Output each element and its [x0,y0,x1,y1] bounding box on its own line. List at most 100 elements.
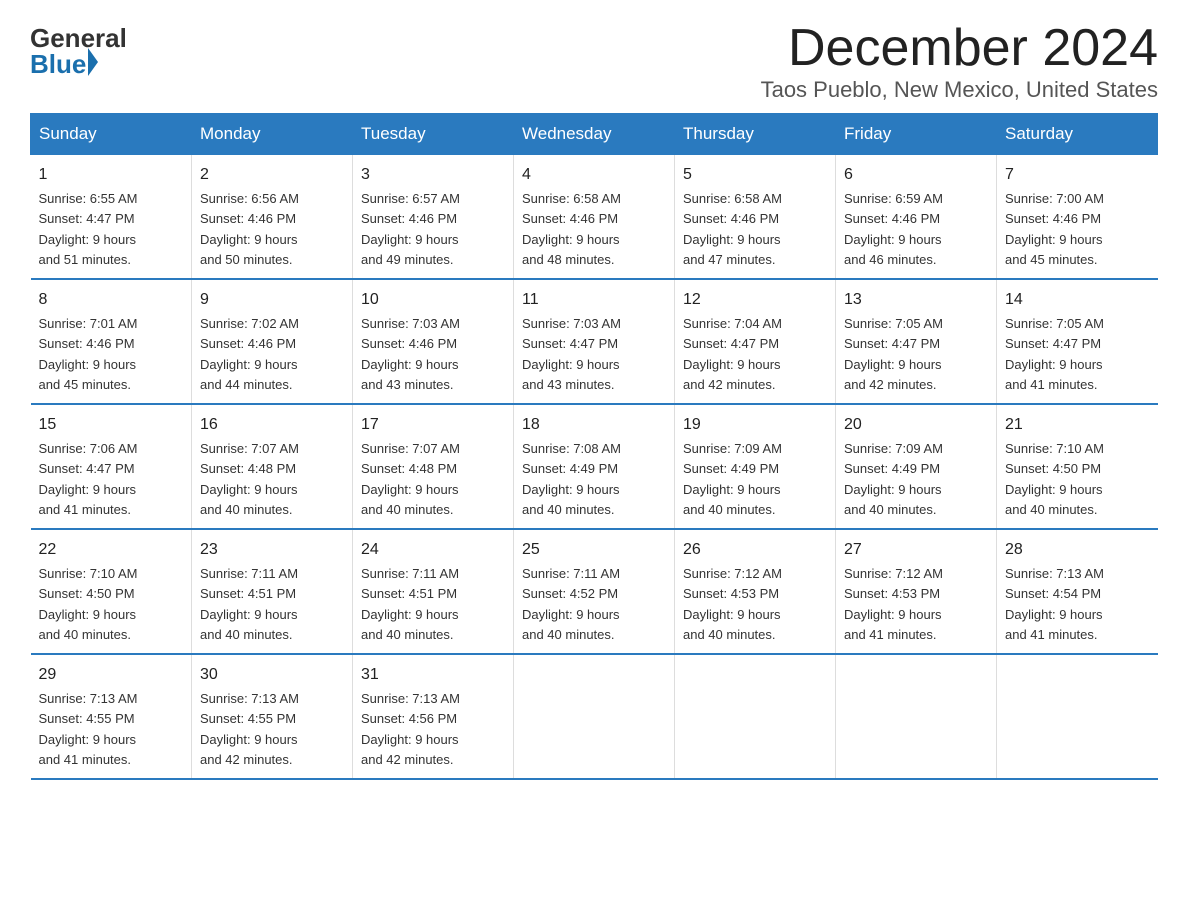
page-header: General Blue December 2024 Taos Pueblo, … [30,20,1158,103]
day-info: Sunrise: 7:10 AMSunset: 4:50 PMDaylight:… [1005,441,1104,517]
table-row: 14 Sunrise: 7:05 AMSunset: 4:47 PMDaylig… [997,279,1158,404]
day-number: 31 [361,663,505,687]
day-number: 27 [844,538,988,562]
table-row [514,654,675,779]
day-number: 11 [522,288,666,312]
table-row: 23 Sunrise: 7:11 AMSunset: 4:51 PMDaylig… [192,529,353,654]
day-info: Sunrise: 7:13 AMSunset: 4:54 PMDaylight:… [1005,566,1104,642]
table-row: 17 Sunrise: 7:07 AMSunset: 4:48 PMDaylig… [353,404,514,529]
table-row: 24 Sunrise: 7:11 AMSunset: 4:51 PMDaylig… [353,529,514,654]
header-row: Sunday Monday Tuesday Wednesday Thursday… [31,114,1158,155]
logo-general-text: General [30,25,127,51]
month-year-heading: December 2024 [761,20,1158,77]
table-row: 21 Sunrise: 7:10 AMSunset: 4:50 PMDaylig… [997,404,1158,529]
day-info: Sunrise: 7:03 AMSunset: 4:47 PMDaylight:… [522,316,621,392]
calendar-body: 1 Sunrise: 6:55 AMSunset: 4:47 PMDayligh… [31,155,1158,780]
day-number: 28 [1005,538,1150,562]
day-number: 9 [200,288,344,312]
day-info: Sunrise: 7:10 AMSunset: 4:50 PMDaylight:… [39,566,138,642]
table-row: 8 Sunrise: 7:01 AMSunset: 4:46 PMDayligh… [31,279,192,404]
day-info: Sunrise: 7:12 AMSunset: 4:53 PMDaylight:… [683,566,782,642]
calendar-week-row: 29 Sunrise: 7:13 AMSunset: 4:55 PMDaylig… [31,654,1158,779]
day-info: Sunrise: 7:13 AMSunset: 4:55 PMDaylight:… [39,691,138,767]
day-number: 30 [200,663,344,687]
table-row: 11 Sunrise: 7:03 AMSunset: 4:47 PMDaylig… [514,279,675,404]
day-number: 8 [39,288,184,312]
calendar-week-row: 8 Sunrise: 7:01 AMSunset: 4:46 PMDayligh… [31,279,1158,404]
table-row: 13 Sunrise: 7:05 AMSunset: 4:47 PMDaylig… [836,279,997,404]
day-info: Sunrise: 7:01 AMSunset: 4:46 PMDaylight:… [39,316,138,392]
table-row: 22 Sunrise: 7:10 AMSunset: 4:50 PMDaylig… [31,529,192,654]
day-info: Sunrise: 7:05 AMSunset: 4:47 PMDaylight:… [1005,316,1104,392]
calendar-table: Sunday Monday Tuesday Wednesday Thursday… [30,113,1158,780]
day-info: Sunrise: 7:11 AMSunset: 4:52 PMDaylight:… [522,566,620,642]
day-info: Sunrise: 7:07 AMSunset: 4:48 PMDaylight:… [361,441,460,517]
col-tuesday: Tuesday [353,114,514,155]
calendar-week-row: 15 Sunrise: 7:06 AMSunset: 4:47 PMDaylig… [31,404,1158,529]
table-row: 6 Sunrise: 6:59 AMSunset: 4:46 PMDayligh… [836,155,997,280]
day-number: 19 [683,413,827,437]
table-row: 20 Sunrise: 7:09 AMSunset: 4:49 PMDaylig… [836,404,997,529]
day-info: Sunrise: 7:00 AMSunset: 4:46 PMDaylight:… [1005,191,1104,267]
table-row: 2 Sunrise: 6:56 AMSunset: 4:46 PMDayligh… [192,155,353,280]
day-info: Sunrise: 7:04 AMSunset: 4:47 PMDaylight:… [683,316,782,392]
day-number: 13 [844,288,988,312]
calendar-week-row: 1 Sunrise: 6:55 AMSunset: 4:47 PMDayligh… [31,155,1158,280]
day-number: 25 [522,538,666,562]
table-row: 7 Sunrise: 7:00 AMSunset: 4:46 PMDayligh… [997,155,1158,280]
day-number: 23 [200,538,344,562]
table-row: 15 Sunrise: 7:06 AMSunset: 4:47 PMDaylig… [31,404,192,529]
day-number: 4 [522,163,666,187]
day-info: Sunrise: 7:13 AMSunset: 4:56 PMDaylight:… [361,691,460,767]
table-row: 31 Sunrise: 7:13 AMSunset: 4:56 PMDaylig… [353,654,514,779]
table-row: 1 Sunrise: 6:55 AMSunset: 4:47 PMDayligh… [31,155,192,280]
day-number: 24 [361,538,505,562]
table-row [836,654,997,779]
table-row: 10 Sunrise: 7:03 AMSunset: 4:46 PMDaylig… [353,279,514,404]
col-saturday: Saturday [997,114,1158,155]
day-info: Sunrise: 6:55 AMSunset: 4:47 PMDaylight:… [39,191,138,267]
logo-blue-text: Blue [30,51,86,77]
col-friday: Friday [836,114,997,155]
table-row: 30 Sunrise: 7:13 AMSunset: 4:55 PMDaylig… [192,654,353,779]
day-info: Sunrise: 7:02 AMSunset: 4:46 PMDaylight:… [200,316,299,392]
day-info: Sunrise: 7:07 AMSunset: 4:48 PMDaylight:… [200,441,299,517]
title-block: December 2024 Taos Pueblo, New Mexico, U… [761,20,1158,103]
day-info: Sunrise: 7:13 AMSunset: 4:55 PMDaylight:… [200,691,299,767]
day-number: 2 [200,163,344,187]
table-row: 4 Sunrise: 6:58 AMSunset: 4:46 PMDayligh… [514,155,675,280]
day-info: Sunrise: 7:03 AMSunset: 4:46 PMDaylight:… [361,316,460,392]
table-row: 29 Sunrise: 7:13 AMSunset: 4:55 PMDaylig… [31,654,192,779]
day-number: 1 [39,163,184,187]
table-row: 16 Sunrise: 7:07 AMSunset: 4:48 PMDaylig… [192,404,353,529]
day-number: 6 [844,163,988,187]
calendar-week-row: 22 Sunrise: 7:10 AMSunset: 4:50 PMDaylig… [31,529,1158,654]
day-number: 7 [1005,163,1150,187]
day-number: 3 [361,163,505,187]
day-number: 18 [522,413,666,437]
day-number: 22 [39,538,184,562]
day-info: Sunrise: 6:58 AMSunset: 4:46 PMDaylight:… [522,191,621,267]
day-info: Sunrise: 7:06 AMSunset: 4:47 PMDaylight:… [39,441,138,517]
day-number: 10 [361,288,505,312]
logo-arrow-icon [88,48,98,76]
table-row: 9 Sunrise: 7:02 AMSunset: 4:46 PMDayligh… [192,279,353,404]
day-info: Sunrise: 6:57 AMSunset: 4:46 PMDaylight:… [361,191,460,267]
table-row: 3 Sunrise: 6:57 AMSunset: 4:46 PMDayligh… [353,155,514,280]
day-info: Sunrise: 7:12 AMSunset: 4:53 PMDaylight:… [844,566,943,642]
day-number: 29 [39,663,184,687]
day-number: 16 [200,413,344,437]
col-monday: Monday [192,114,353,155]
day-info: Sunrise: 7:11 AMSunset: 4:51 PMDaylight:… [200,566,298,642]
day-number: 20 [844,413,988,437]
day-number: 15 [39,413,184,437]
table-row: 27 Sunrise: 7:12 AMSunset: 4:53 PMDaylig… [836,529,997,654]
day-info: Sunrise: 6:59 AMSunset: 4:46 PMDaylight:… [844,191,943,267]
table-row: 12 Sunrise: 7:04 AMSunset: 4:47 PMDaylig… [675,279,836,404]
day-info: Sunrise: 7:09 AMSunset: 4:49 PMDaylight:… [683,441,782,517]
table-row: 18 Sunrise: 7:08 AMSunset: 4:49 PMDaylig… [514,404,675,529]
day-number: 17 [361,413,505,437]
day-number: 21 [1005,413,1150,437]
table-row: 19 Sunrise: 7:09 AMSunset: 4:49 PMDaylig… [675,404,836,529]
col-wednesday: Wednesday [514,114,675,155]
